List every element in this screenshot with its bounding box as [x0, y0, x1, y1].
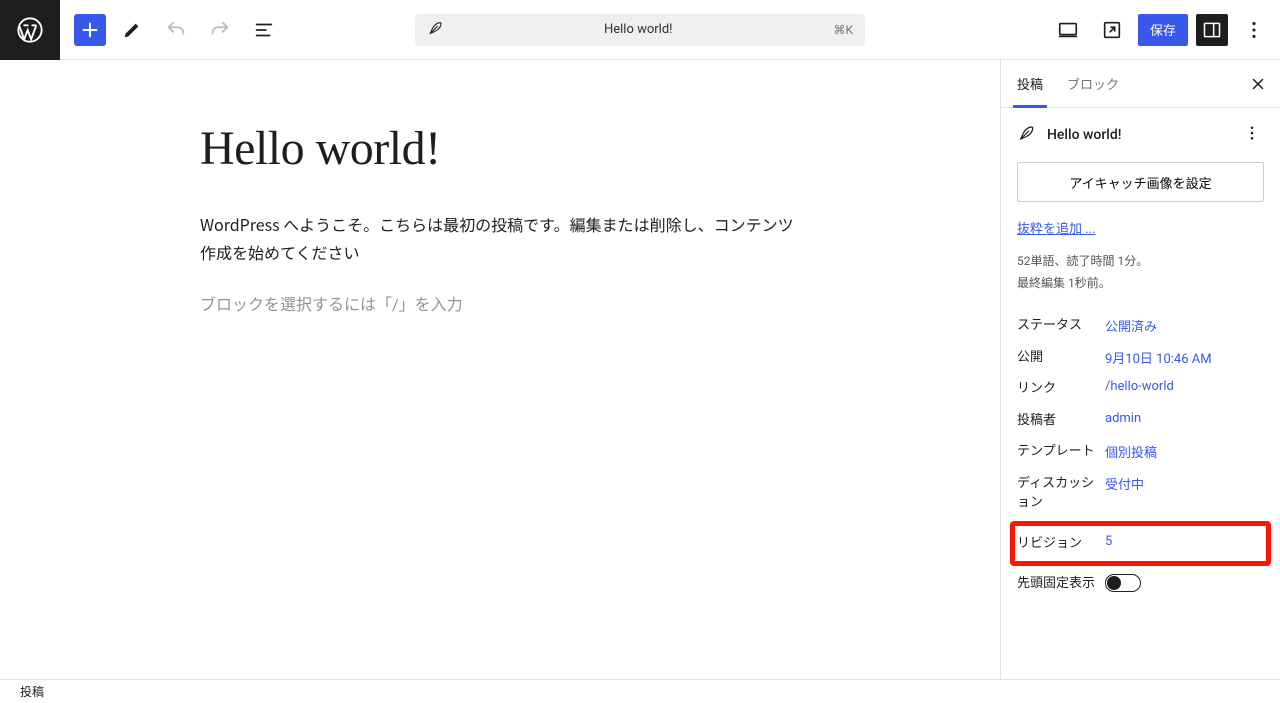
sticky-toggle[interactable] — [1105, 574, 1141, 592]
settings-sidebar: 投稿 ブロック Hello world! アイキャッチ画像を設定 抜粋を追加 .… — [1000, 60, 1280, 679]
block-appender[interactable]: ブロックを選択するには「/」を入力 — [200, 291, 800, 315]
tab-post[interactable]: 投稿 — [1005, 60, 1055, 107]
top-toolbar: Hello world! ⌘K 保存 — [0, 0, 1280, 60]
tab-block[interactable]: ブロック — [1055, 60, 1131, 107]
view-device-button[interactable] — [1050, 12, 1086, 48]
row-link[interactable]: リンク /hello-world — [1017, 373, 1264, 405]
row-template[interactable]: テンプレート 個別投稿 — [1017, 436, 1264, 468]
save-button[interactable]: 保存 — [1138, 14, 1188, 46]
row-discussion[interactable]: ディスカッション 受付中 — [1017, 468, 1264, 519]
wordpress-logo[interactable] — [0, 0, 60, 60]
undo-button[interactable] — [158, 12, 194, 48]
row-author[interactable]: 投稿者 admin — [1017, 405, 1264, 437]
row-publish[interactable]: 公開 9月10日 10:46 AM — [1017, 342, 1264, 374]
document-overview-button[interactable] — [246, 12, 282, 48]
row-revisions[interactable]: リビジョン 5 — [1010, 521, 1271, 567]
post-paragraph[interactable]: WordPress へようこそ。こちらは最初の投稿です。編集または削除し、コンテ… — [200, 210, 800, 268]
sidebar-tabs: 投稿 ブロック — [1001, 60, 1280, 108]
set-featured-image-button[interactable]: アイキャッチ画像を設定 — [1017, 162, 1264, 202]
post-actions-menu[interactable] — [1240, 124, 1264, 146]
post-title[interactable]: Hello world! — [200, 120, 800, 178]
block-breadcrumb[interactable]: 投稿 — [0, 679, 1280, 703]
feather-icon — [427, 20, 443, 40]
command-center[interactable]: Hello world! ⌘K — [415, 14, 865, 46]
edit-tool-button[interactable] — [114, 12, 150, 48]
row-status[interactable]: ステータス 公開済み — [1017, 310, 1264, 342]
close-sidebar-button[interactable] — [1240, 66, 1276, 102]
redo-button[interactable] — [202, 12, 238, 48]
feather-icon — [1017, 124, 1037, 146]
sidebar-toggle-button[interactable] — [1196, 14, 1228, 46]
breadcrumb-item[interactable]: 投稿 — [20, 683, 44, 700]
add-block-button[interactable] — [74, 14, 106, 46]
post-meta-summary: 52単語、読了時間 1分。 最終編集 1秒前。 — [1017, 251, 1264, 294]
meta-wordcount: 52単語、読了時間 1分。 — [1017, 251, 1264, 273]
sidebar-post-title: Hello world! — [1047, 127, 1240, 143]
view-post-button[interactable] — [1094, 12, 1130, 48]
editor-canvas[interactable]: Hello world! WordPress へようこそ。こちらは最初の投稿です… — [0, 60, 1000, 679]
row-sticky: 先頭固定表示 — [1017, 568, 1264, 600]
options-button[interactable] — [1236, 12, 1272, 48]
command-center-title: Hello world! — [443, 22, 833, 37]
add-excerpt-link[interactable]: 抜粋を追加 ... — [1017, 218, 1096, 237]
sidebar-post-header: Hello world! — [1017, 124, 1264, 146]
command-center-shortcut: ⌘K — [833, 23, 853, 37]
meta-lastedit: 最終編集 1秒前。 — [1017, 273, 1264, 295]
